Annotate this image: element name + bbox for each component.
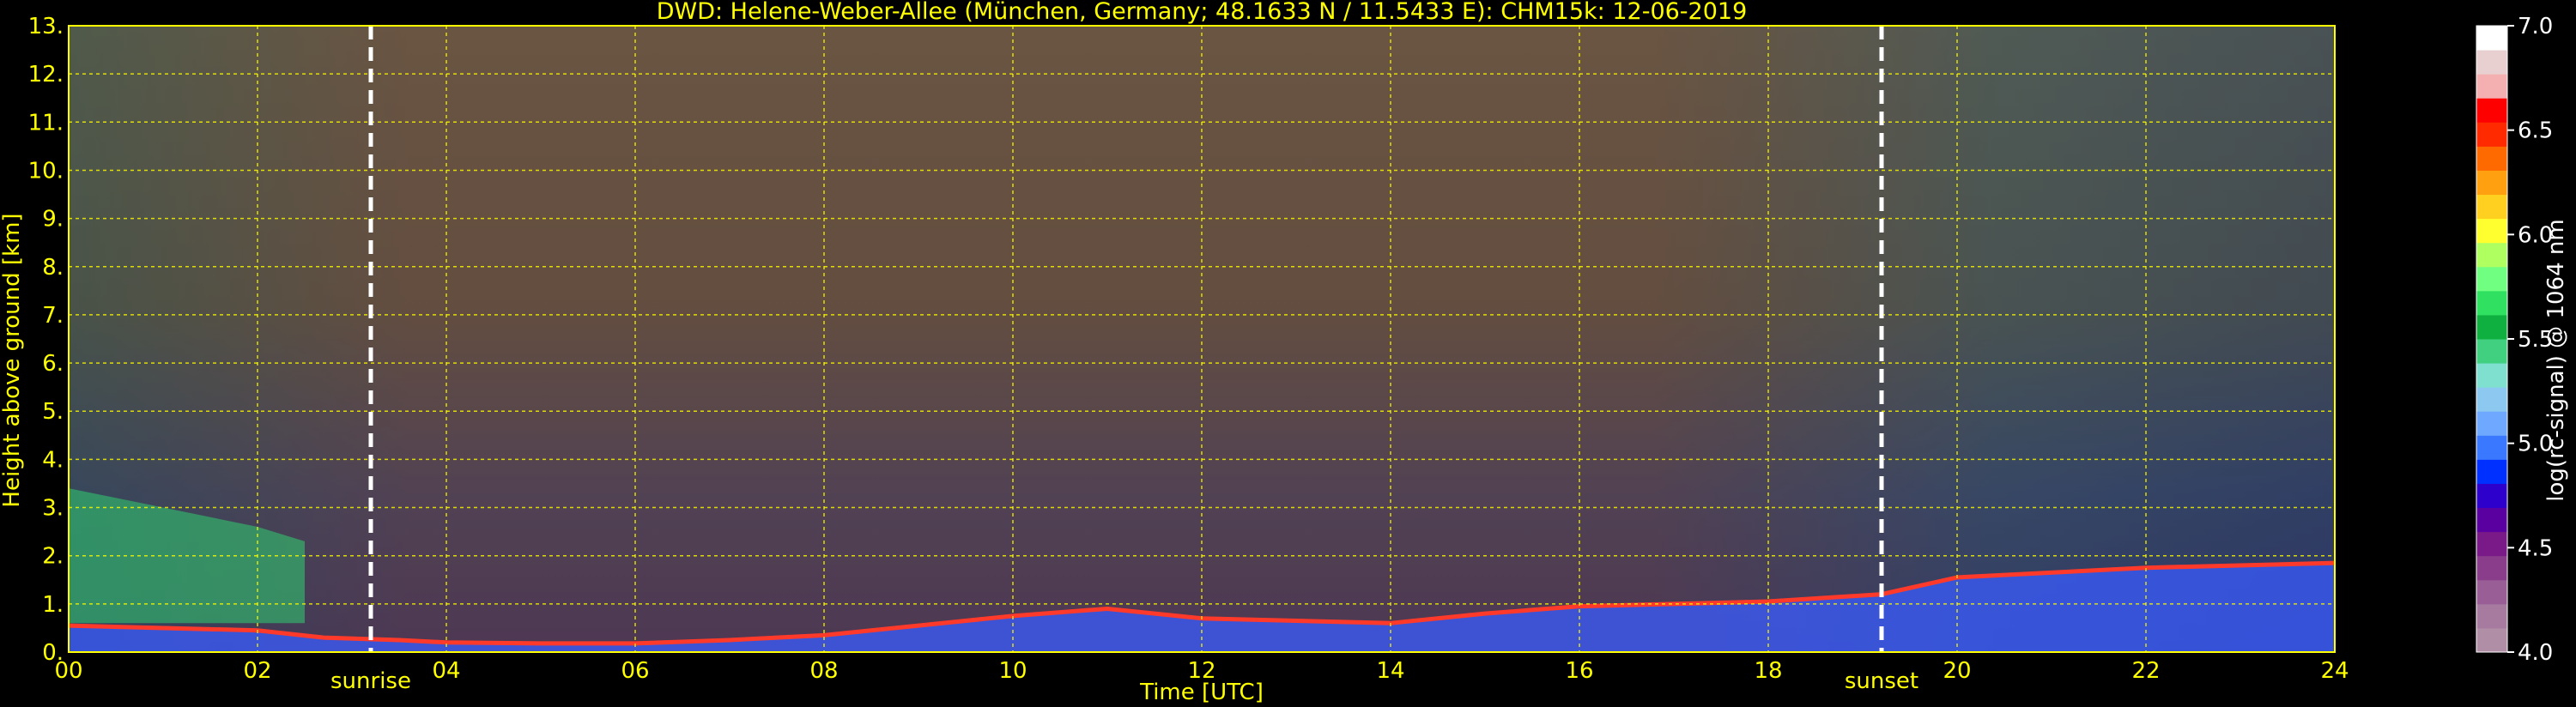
chart-title: DWD: Helene-Weber-Allee (München, German…	[657, 0, 1748, 25]
colorbar-segment	[2476, 122, 2507, 147]
colorbar	[2476, 25, 2508, 653]
colorbar-tick-label: 6.5	[2518, 118, 2553, 144]
signal-noise-field	[69, 26, 2335, 652]
colorbar-segment	[2476, 290, 2507, 316]
y-tick-label: 1.	[42, 592, 64, 618]
colorbar-segment	[2476, 194, 2507, 220]
x-tick-label: 08	[809, 658, 838, 684]
colorbar-segment	[2476, 531, 2507, 557]
colorbar-segment	[2476, 435, 2507, 460]
y-tick-label: 0.	[42, 640, 64, 666]
y-tick-label: 5.	[42, 399, 64, 425]
colorbar-segment	[2476, 387, 2507, 412]
colorbar-segment	[2476, 339, 2507, 364]
x-tick-label: 10	[998, 658, 1027, 684]
colorbar-segment	[2476, 314, 2507, 340]
y-tick-label: 10.	[28, 158, 64, 184]
x-tick-label: 20	[1943, 658, 1971, 684]
colorbar-segment	[2476, 170, 2507, 196]
x-tick-label: 14	[1376, 658, 1404, 684]
y-tick-label: 12.	[28, 62, 64, 88]
x-tick-label: 16	[1565, 658, 1593, 684]
y-tick-label: 8.	[42, 255, 64, 281]
x-tick-label: 18	[1754, 658, 1782, 684]
colorbar-segment	[2476, 627, 2507, 653]
y-tick-label: 3.	[42, 496, 64, 522]
colorbar-tick-label: 4.0	[2518, 640, 2553, 666]
colorbar-segment	[2476, 74, 2507, 99]
colorbar-tick-label: 4.5	[2518, 535, 2553, 561]
y-tick-label: 2.	[42, 544, 64, 570]
x-tick-label: 24	[2320, 658, 2349, 684]
y-tick-label: 13.	[28, 14, 64, 39]
colorbar-segment	[2476, 507, 2507, 533]
ceilometer-chart: 00 02 04 06 08 10 12 14 16 18 20 22 24 0.1.2.3.4.5.6…	[0, 0, 2576, 707]
colorbar-segment	[2476, 266, 2507, 292]
colorbar-segment	[2476, 363, 2507, 388]
sun-event-label: sunset	[1845, 668, 1918, 694]
colorbar-segment	[2476, 26, 2507, 51]
colorbar-segment	[2476, 411, 2507, 436]
colorbar-segment	[2476, 483, 2507, 509]
x-tick-label: 04	[432, 658, 460, 684]
colorbar-segment	[2476, 579, 2507, 605]
y-tick-label: 9.	[42, 207, 64, 233]
x-tick-label: 02	[243, 658, 271, 684]
y-tick-label: 11.	[28, 110, 64, 136]
x-tick-label: 22	[2131, 658, 2160, 684]
colorbar-tick-label: 7.0	[2518, 14, 2553, 39]
colorbar-segment	[2476, 98, 2507, 123]
colorbar-segment	[2476, 603, 2507, 629]
y-tick-label: 6.	[42, 351, 64, 377]
y-tick-label: 4.	[42, 447, 64, 473]
y-axis-label: Height above ground [km]	[0, 213, 25, 507]
colorbar-segment	[2476, 218, 2507, 244]
plot-area	[68, 25, 2336, 653]
colorbar-segment	[2476, 459, 2507, 484]
colorbar-segment	[2476, 555, 2507, 581]
x-axis-label: Time [UTC]	[1139, 680, 1264, 705]
colorbar-segment	[2476, 242, 2507, 268]
colorbar-segment	[2476, 50, 2507, 75]
y-tick-label: 7.	[42, 303, 64, 329]
x-tick-label: 06	[621, 658, 649, 684]
colorbar-segment	[2476, 146, 2507, 171]
sun-event-label: sunrise	[330, 668, 411, 694]
colorbar-label: log(rc-signal) @ 1064 nm	[2543, 219, 2569, 501]
